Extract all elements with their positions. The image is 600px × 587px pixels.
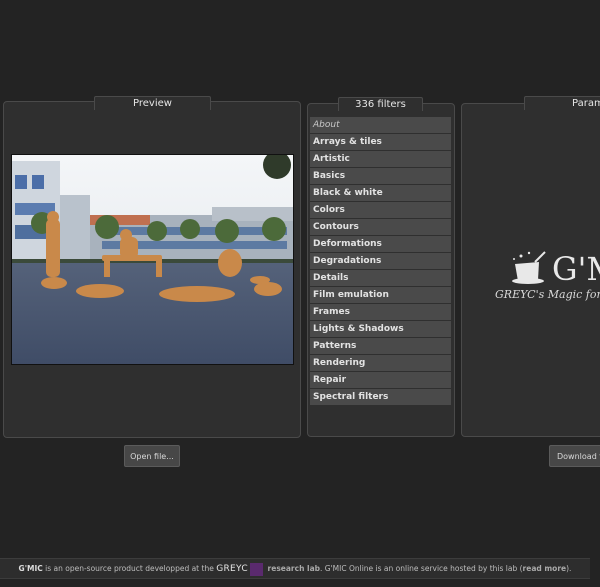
filter-category-colors[interactable]: Colors: [310, 202, 451, 218]
filter-category-lights-shadows[interactable]: Lights & Shadows: [310, 321, 451, 337]
research-lab-link[interactable]: research lab: [265, 564, 321, 573]
filter-category-basics[interactable]: Basics: [310, 168, 451, 184]
footer-text-3: ).: [566, 564, 572, 573]
footer-text-1: is an open-source product developped at …: [42, 564, 217, 573]
filter-category-details[interactable]: Details: [310, 270, 451, 286]
gmic-logo-subtitle: GREYC's Magic for: [495, 288, 600, 301]
footer-brand: G'MIC: [18, 564, 43, 573]
download-button[interactable]: Download f: [549, 445, 600, 467]
filter-category-spectral-filters[interactable]: Spectral filters: [310, 389, 451, 405]
magic-hat-icon: [512, 251, 546, 284]
filter-list: About Arrays & tiles Artistic Basics Bla…: [310, 117, 451, 406]
filter-category-contours[interactable]: Contours: [310, 219, 451, 235]
filter-category-arrays-tiles[interactable]: Arrays & tiles: [310, 134, 451, 150]
filter-category-deformations[interactable]: Deformations: [310, 236, 451, 252]
params-tab[interactable]: Param: [524, 96, 600, 110]
filter-category-frames[interactable]: Frames: [310, 304, 451, 320]
preview-tab[interactable]: Preview: [94, 96, 211, 110]
open-file-button[interactable]: Open file...: [124, 445, 180, 467]
filter-category-black-white[interactable]: Black & white: [310, 185, 451, 201]
filter-category-film-emulation[interactable]: Film emulation: [310, 287, 451, 303]
greyc-logo-mark-icon: [249, 562, 263, 576]
read-more-link[interactable]: read more: [523, 564, 567, 573]
preview-photo: [12, 155, 293, 364]
filter-category-rendering[interactable]: Rendering: [310, 355, 451, 371]
filter-category-repair[interactable]: Repair: [310, 372, 451, 388]
gmic-logo-title: G'M: [552, 250, 600, 288]
footer-text-2: . G'MIC Online is an online service host…: [320, 564, 523, 573]
greyc-logo[interactable]: GREYC: [216, 564, 248, 574]
footer: G'MIC is an open-source product developp…: [0, 558, 590, 579]
filters-tab[interactable]: 336 filters: [338, 97, 423, 111]
filter-category-artistic[interactable]: Artistic: [310, 151, 451, 167]
filter-category-degradations[interactable]: Degradations: [310, 253, 451, 269]
preview-image[interactable]: [11, 154, 294, 365]
filter-category-patterns[interactable]: Patterns: [310, 338, 451, 354]
filter-category-about[interactable]: About: [310, 117, 451, 133]
